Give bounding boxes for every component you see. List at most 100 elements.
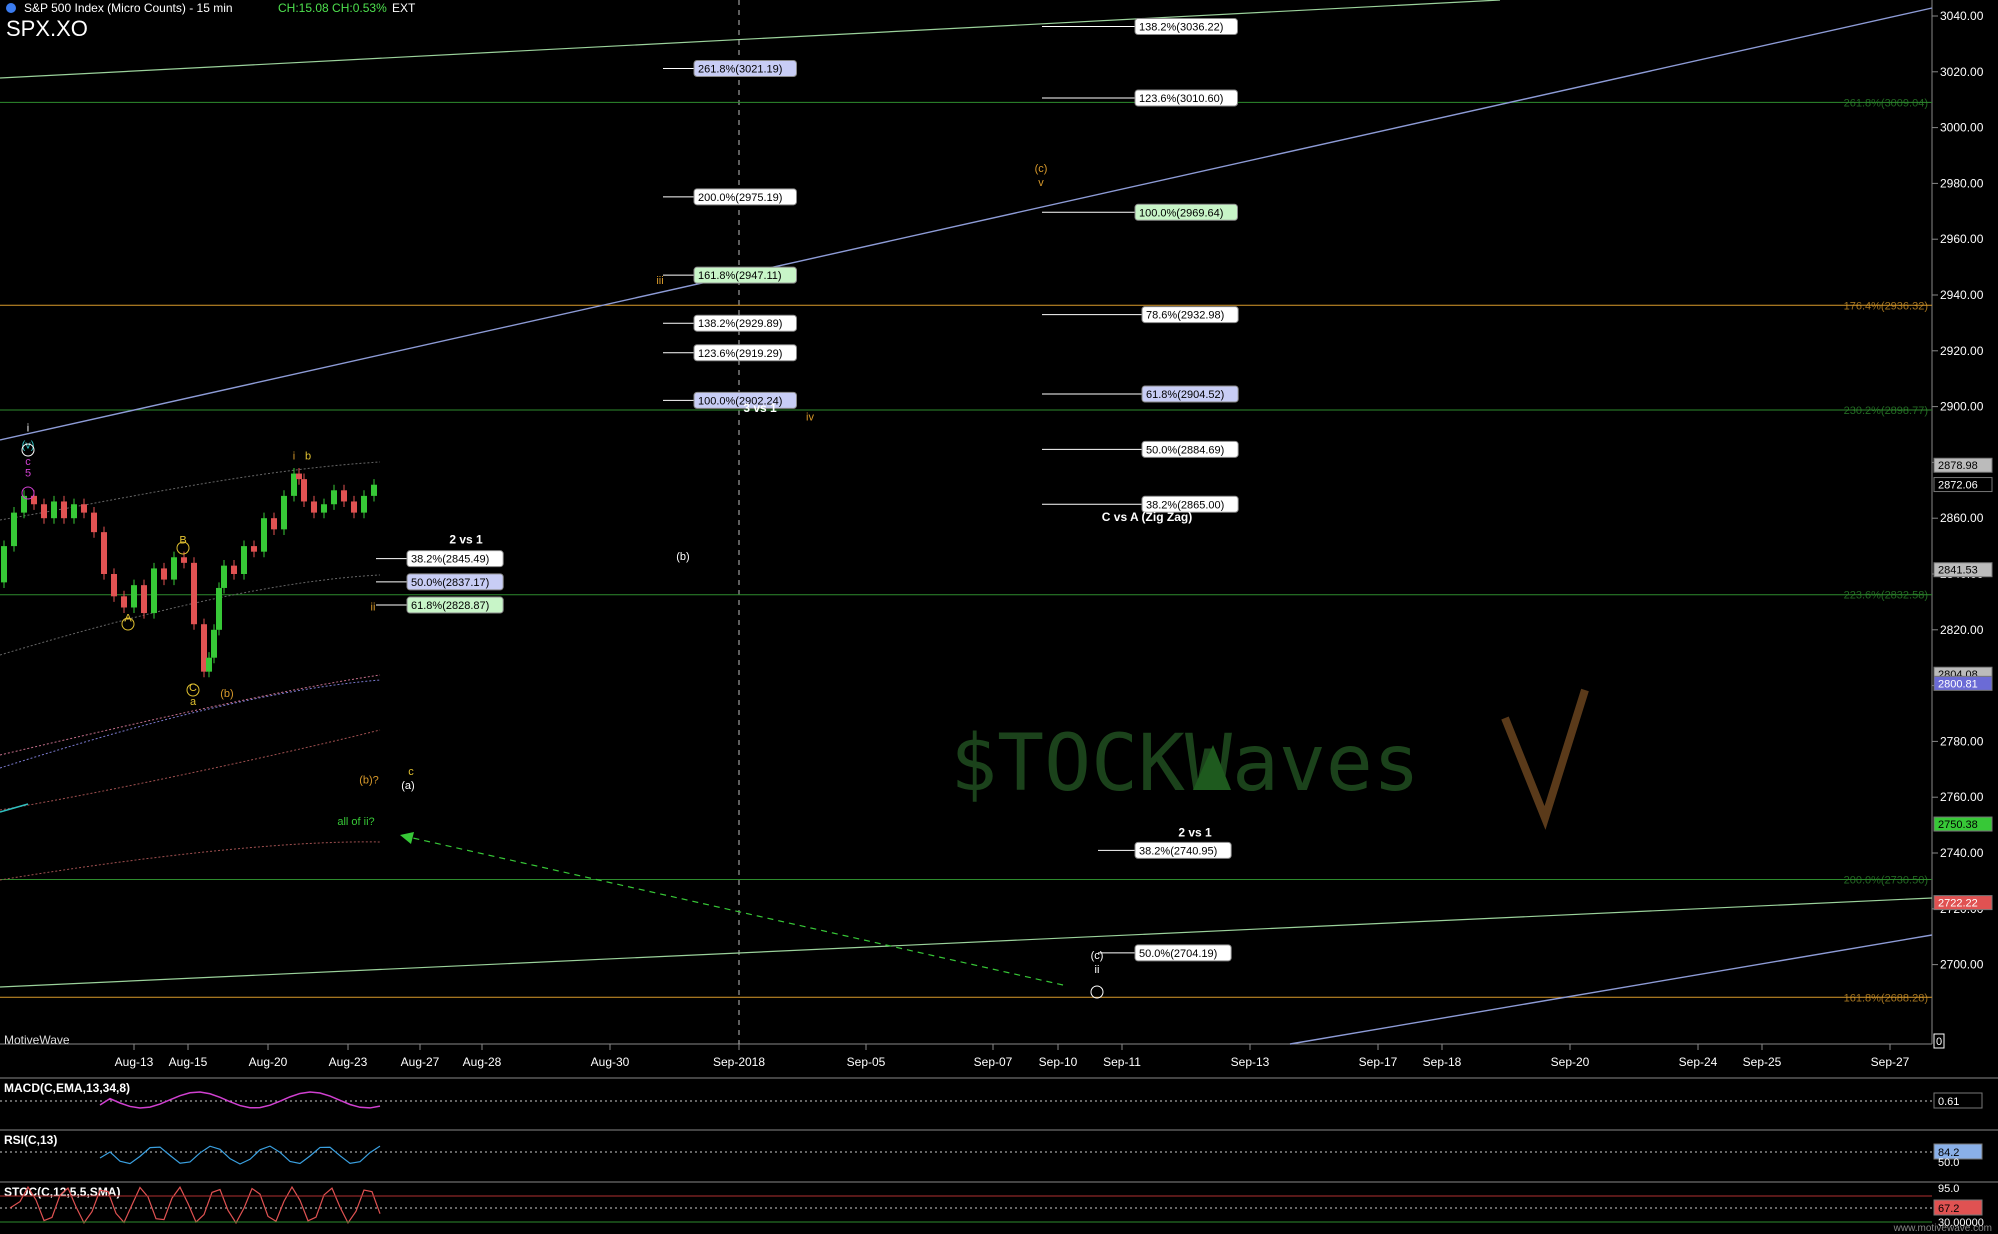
wave-annotation: i	[27, 423, 29, 435]
price-candle	[101, 532, 107, 574]
price-candle	[121, 596, 127, 608]
fib-level-label: 38.2%(2740.95)	[1139, 845, 1217, 857]
y-tick-label: 3020.00	[1940, 65, 1984, 79]
fib-level-label: 123.6%(2919.29)	[698, 348, 782, 360]
footer-url: www.motivewave.com	[1893, 1223, 1992, 1234]
price-candle	[191, 562, 197, 625]
x-tick-label: Aug-30	[591, 1055, 630, 1069]
wave-annotation: B	[179, 534, 186, 546]
fib-level-label: 161.8%(2947.11)	[698, 270, 782, 282]
y-tick-label: 2900.00	[1940, 400, 1984, 414]
price-candle	[41, 504, 47, 519]
indicator-secondary-value: 50.0	[1938, 1157, 1959, 1169]
price-candle	[311, 501, 317, 513]
fib-level-label: 50.0%(2837.17)	[411, 577, 489, 589]
wave-annotation: (b)?	[359, 774, 379, 786]
y-tick-label: 2920.00	[1940, 344, 1984, 358]
wave-annotation: 3 vs 1	[743, 401, 777, 415]
fib-level-label: 50.0%(2884.69)	[1146, 444, 1224, 456]
indicator-name: STOC(C,12,5,5,SMA)	[4, 1185, 120, 1199]
level-label: 176.4%(2936.32)	[1844, 300, 1928, 312]
price-candle	[161, 568, 167, 580]
wave-annotation: (a)	[401, 780, 414, 792]
price-candle	[281, 495, 287, 530]
price-candle	[331, 490, 337, 505]
wave-annotation: iii	[656, 275, 663, 287]
price-candle	[1, 546, 7, 583]
wave-annotation: (b)	[220, 688, 233, 700]
axis-badge-label: 0	[1936, 1036, 1942, 1048]
price-candle	[11, 512, 17, 547]
symbol-label[interactable]: SPX.XO	[6, 16, 88, 42]
level-label: 230.2%(2898.77)	[1844, 405, 1928, 417]
x-tick-label: Sep-25	[1743, 1055, 1782, 1069]
fib-level-label: 50.0%(2704.19)	[1139, 948, 1217, 960]
wave-annotation: ii	[371, 601, 376, 613]
fib-level-label: 100.0%(2969.64)	[1139, 207, 1223, 219]
price-candle	[251, 546, 257, 552]
x-tick-label: Sep-11	[1103, 1055, 1141, 1069]
y-tick-label: 2860.00	[1940, 511, 1984, 525]
y-tick-label: 3000.00	[1940, 121, 1984, 135]
wave-annotation: 2 vs 1	[1178, 825, 1212, 839]
wave-annotation: b	[305, 451, 311, 463]
session-label: EXT	[392, 1, 416, 15]
axis-badge-label: 2872.06	[1938, 480, 1978, 492]
wave-annotation: v	[1038, 177, 1044, 189]
price-candle	[301, 479, 307, 502]
wave-annotation: C vs A (Zig Zag)	[1102, 510, 1192, 524]
x-tick-label: Sep-24	[1679, 1055, 1718, 1069]
change-value: CH:15.08 CH:0.53%	[278, 1, 387, 15]
x-tick-label: Aug-20	[249, 1055, 288, 1069]
wave-annotation: (c)	[1091, 950, 1104, 962]
price-candle	[241, 546, 247, 574]
fib-level-label: 138.2%(2929.89)	[698, 318, 782, 330]
y-tick-label: 2740.00	[1940, 846, 1984, 860]
y-tick-label: 2980.00	[1940, 176, 1984, 190]
price-candle	[296, 473, 302, 480]
motivewave-label: MotiveWave	[4, 1033, 70, 1047]
price-candle	[261, 518, 267, 552]
x-tick-label: Aug-23	[329, 1055, 368, 1069]
level-label: 200.0%(2730.50)	[1844, 875, 1928, 887]
price-candle	[141, 585, 147, 614]
price-candle	[171, 557, 177, 580]
wave-annotation: i	[293, 451, 295, 463]
level-label: 261.8%(3009.04)	[1844, 97, 1928, 109]
indicator-value: 0.61	[1938, 1096, 1959, 1108]
price-candle	[51, 501, 57, 519]
x-tick-label: Sep-2018	[713, 1055, 765, 1069]
wave-annotation: (c)	[1035, 163, 1048, 175]
x-tick-label: Sep-20	[1551, 1055, 1590, 1069]
price-candle	[231, 565, 237, 574]
y-tick-label: 2820.00	[1940, 623, 1984, 637]
price-candle	[211, 629, 217, 658]
axis-badge-label: 2800.81	[1938, 678, 1978, 690]
x-tick-label: Sep-07	[974, 1055, 1013, 1069]
x-tick-label: Sep-17	[1359, 1055, 1398, 1069]
wave-annotation: (b)	[676, 551, 689, 563]
y-tick-label: 2760.00	[1940, 790, 1984, 804]
wave-annotation: 5	[25, 467, 31, 479]
change-points: CH:15.08	[278, 1, 329, 15]
wave-annotation: ii	[1095, 964, 1100, 976]
indicator-value: 67.2	[1938, 1203, 1959, 1215]
axis-badge-label: 2841.53	[1938, 565, 1978, 577]
price-candle	[371, 484, 377, 496]
stockwaves-watermark: $TOCKWaves	[950, 719, 1420, 809]
symbol-status-icon	[6, 3, 16, 13]
price-candle	[271, 518, 277, 530]
y-tick-label: 2700.00	[1940, 958, 1984, 972]
price-candle	[181, 557, 187, 563]
x-tick-label: Aug-28	[463, 1055, 502, 1069]
y-tick-label: 2940.00	[1940, 288, 1984, 302]
fib-level-label: 78.6%(2932.98)	[1146, 310, 1224, 322]
price-candle	[341, 490, 347, 502]
y-tick-label: 2960.00	[1940, 232, 1984, 246]
price-candle	[131, 585, 137, 608]
x-tick-label: Sep-27	[1871, 1055, 1910, 1069]
level-label: 161.8%(2688.28)	[1844, 992, 1928, 1004]
x-tick-label: Sep-10	[1039, 1055, 1078, 1069]
axis-badge-label: 2878.98	[1938, 460, 1978, 472]
wave-annotation: all of ii?	[337, 816, 374, 828]
